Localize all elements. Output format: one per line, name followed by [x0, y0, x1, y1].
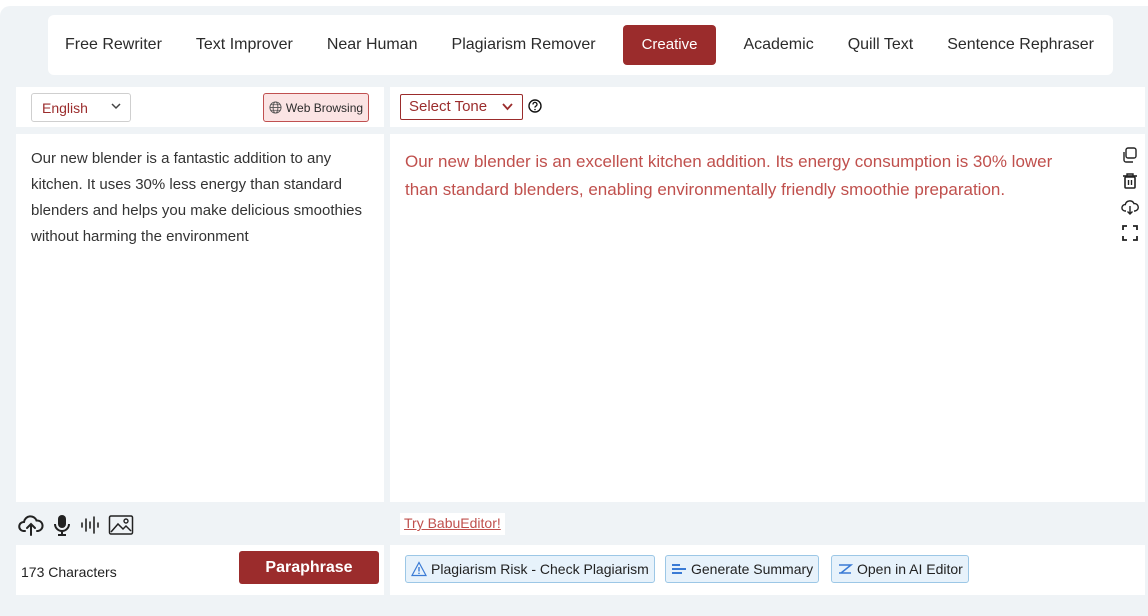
audio-waveform-icon[interactable] — [80, 513, 100, 537]
character-count: 173 Characters — [21, 564, 117, 580]
upload-cloud-icon[interactable] — [18, 513, 44, 537]
output-toolbar: Select Tone — [390, 87, 1145, 127]
check-plagiarism-label: Plagiarism Risk - Check Plagiarism — [431, 561, 649, 577]
tone-select-label: Select Tone — [409, 98, 488, 115]
web-browsing-label: Web Browsing — [285, 100, 364, 115]
paraphrase-button[interactable]: Paraphrase — [239, 551, 379, 584]
input-toolbar: English Web Browsing — [16, 87, 384, 127]
output-text: Our new blender is an excellent kitchen … — [390, 134, 1145, 502]
open-ai-editor-label: Open in AI Editor — [857, 561, 963, 577]
fullscreen-icon[interactable] — [1121, 224, 1139, 242]
generate-summary-button[interactable]: Generate Summary — [665, 555, 820, 583]
chevron-down-icon — [111, 103, 121, 110]
summary-lines-icon — [672, 564, 686, 574]
output-footer: Plagiarism Risk - Check Plagiarism Gener… — [390, 545, 1145, 595]
tone-select[interactable]: Select Tone — [400, 94, 523, 120]
chevron-down-icon — [502, 103, 513, 111]
input-footer: 173 Characters Paraphrase — [16, 545, 384, 595]
copy-icon[interactable] — [1121, 146, 1139, 164]
globe-icon — [269, 101, 282, 114]
tab-creative[interactable]: Creative — [622, 25, 717, 65]
trash-icon[interactable] — [1121, 172, 1139, 190]
tab-plagiarism-remover[interactable]: Plagiarism Remover — [452, 35, 596, 55]
input-tools — [18, 512, 134, 538]
ai-editor-icon — [839, 564, 853, 574]
check-plagiarism-button[interactable]: Plagiarism Risk - Check Plagiarism — [405, 555, 655, 583]
tab-text-improver[interactable]: Text Improver — [196, 35, 293, 55]
download-cloud-icon[interactable] — [1121, 198, 1139, 216]
try-babueditor-link[interactable]: Try BabuEditor! — [400, 513, 505, 535]
language-select[interactable]: English — [31, 93, 131, 122]
open-ai-editor-button[interactable]: Open in AI Editor — [831, 555, 969, 583]
generate-summary-label: Generate Summary — [691, 561, 814, 577]
tab-quill-text[interactable]: Quill Text — [848, 35, 914, 55]
microphone-icon[interactable] — [52, 513, 72, 537]
tab-academic[interactable]: Academic — [743, 35, 813, 55]
help-circle-icon[interactable] — [528, 99, 542, 113]
image-icon[interactable] — [108, 514, 134, 536]
input-textarea[interactable]: Our new blender is a fantastic addition … — [16, 134, 384, 502]
tab-sentence-rephraser[interactable]: Sentence Rephraser — [947, 35, 1094, 55]
web-browsing-button[interactable]: Web Browsing — [263, 93, 369, 122]
language-select-value: English — [42, 100, 88, 116]
output-tools — [1120, 146, 1140, 242]
tab-near-human[interactable]: Near Human — [327, 35, 418, 55]
tab-free-rewriter[interactable]: Free Rewriter — [65, 35, 162, 55]
warning-icon — [411, 561, 427, 577]
mode-tab-bar: Free Rewriter Text Improver Near Human P… — [48, 15, 1113, 75]
